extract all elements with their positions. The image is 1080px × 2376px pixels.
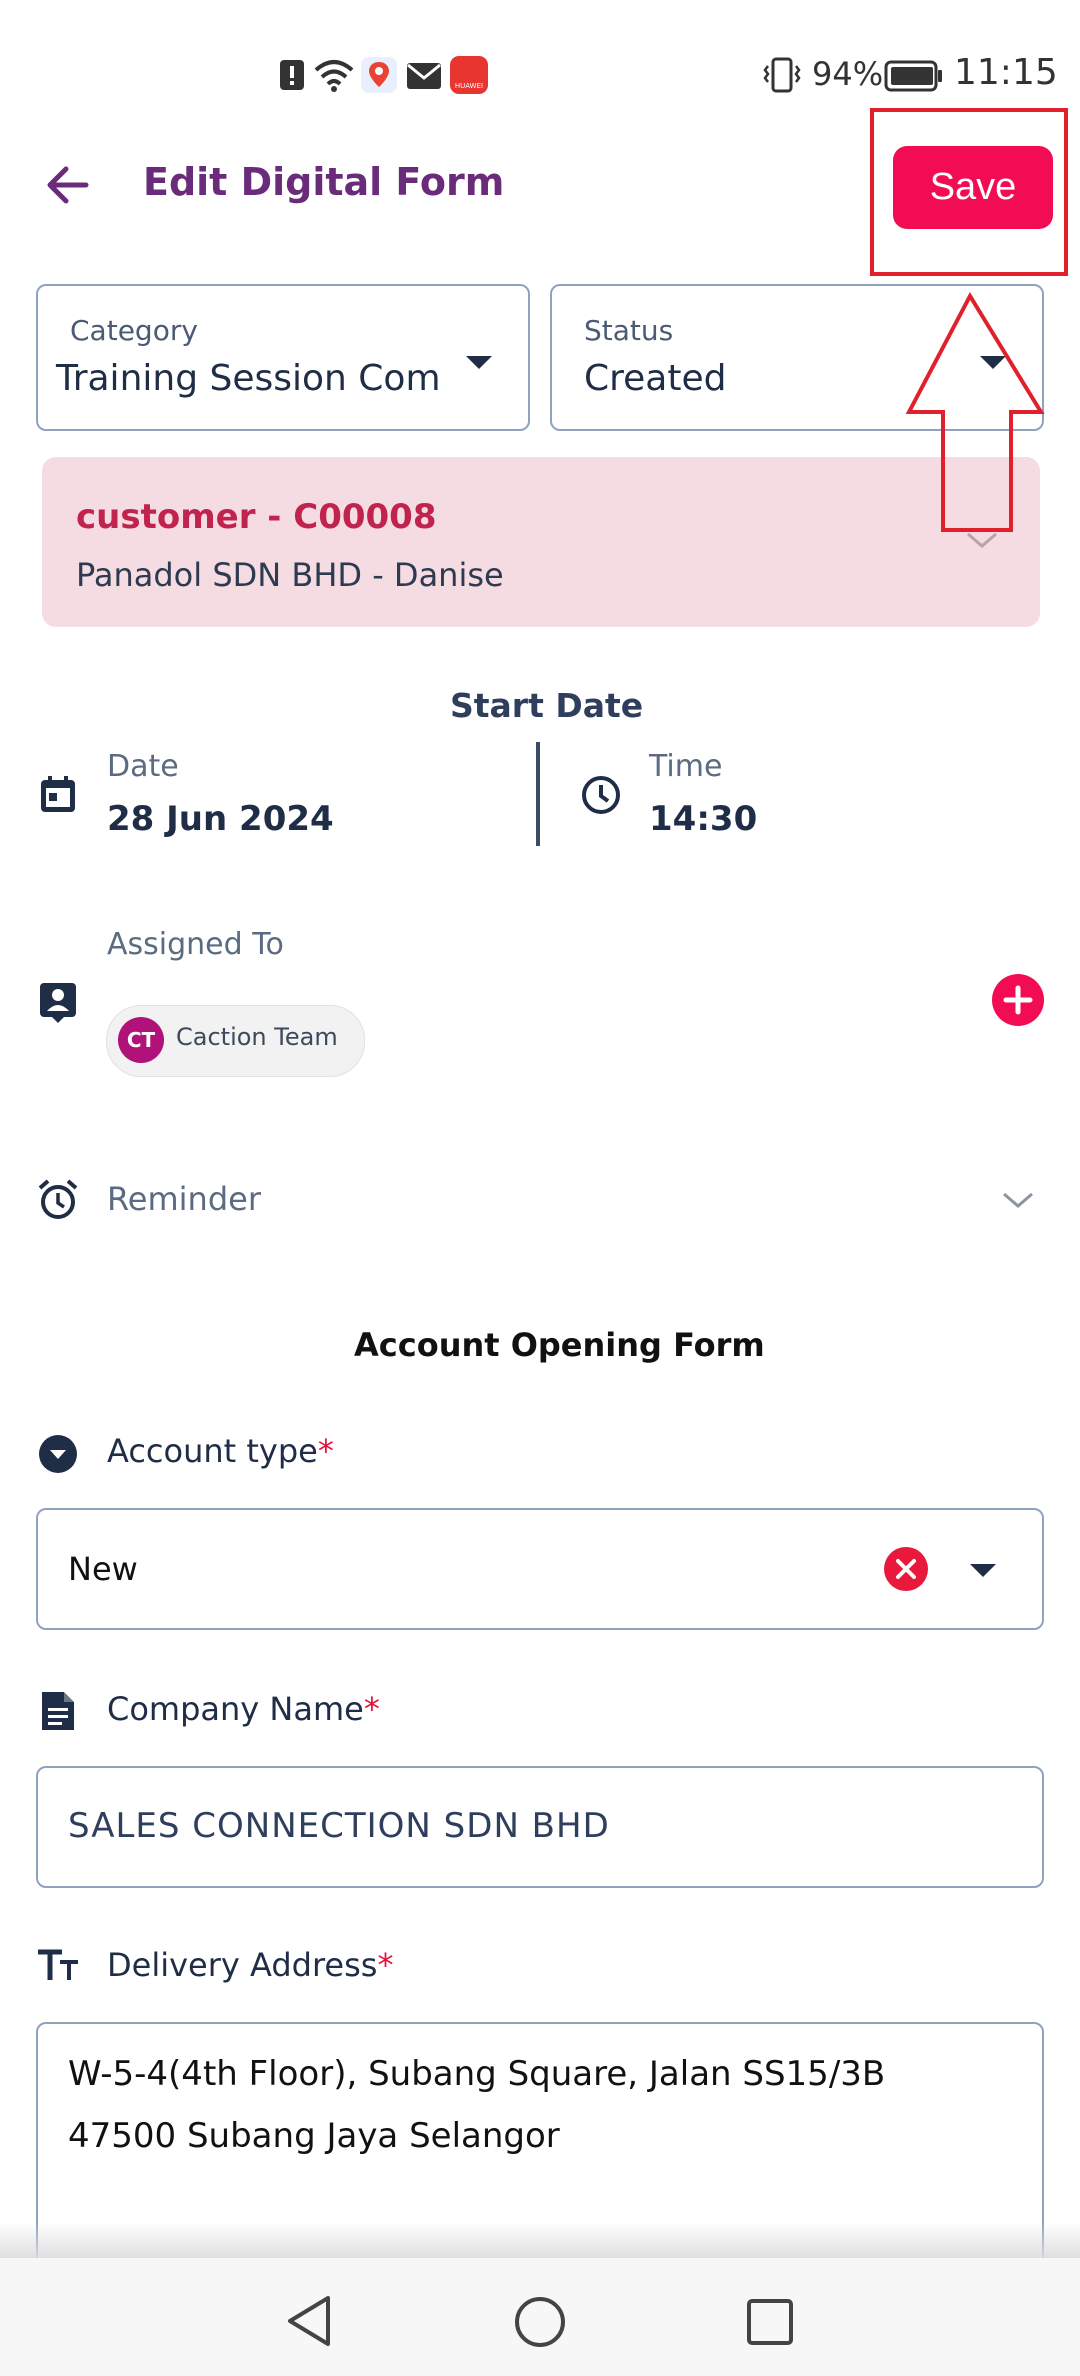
delivery-address-label-text: Delivery Address [107,1946,378,1984]
company-name-label-text: Company Name [107,1690,364,1728]
mail-icon [407,63,441,89]
add-assignee-button[interactable] [992,974,1044,1026]
battery-icon [884,60,942,92]
chevron-down-icon [466,356,492,369]
customer-card[interactable] [42,457,1040,627]
highlight-annotation-box [870,108,1068,276]
vibrate-icon [763,57,801,93]
page-title: Edit Digital Form [143,160,505,204]
date-time-divider [536,742,540,846]
document-icon [42,1692,74,1730]
chevron-circle-icon [39,1435,77,1473]
category-label: Category [70,314,198,347]
delivery-address-line1: W-5-4(4th Floor), Subang Square, Jalan S… [68,2054,886,2094]
chevron-down-icon [970,1564,996,1577]
account-type-label-text: Account type [107,1432,318,1470]
contact-card-icon [40,983,76,1023]
form-title: Account Opening Form [354,1326,765,1364]
delivery-address-line2: 47500 Subang Jaya Selangor [68,2116,560,2156]
time-picker-field[interactable] [560,740,1040,850]
company-name-input[interactable]: SALES CONNECTION SDN BHD [36,1766,1044,1888]
time-label: Time [649,749,723,784]
clear-selection-button[interactable] [884,1547,928,1591]
battery-percent: 94% [812,55,884,93]
recents-square-icon[interactable] [744,2296,796,2348]
up-arrow-annotation-icon [905,292,1045,532]
app-gallery-icon: HUAWEI [450,56,488,94]
chevron-down-icon [1003,1192,1033,1208]
plus-icon [1003,985,1033,1015]
date-label: Date [107,749,179,784]
customer-subtitle: Panadol SDN BHD - Danise [76,556,504,594]
home-circle-icon[interactable] [512,2294,568,2350]
category-value: Training Session Com [56,358,441,399]
close-icon [896,1559,916,1579]
customer-title: customer - C00008 [76,497,437,537]
delivery-address-label: Delivery Address* [107,1946,393,1984]
required-marker: * [317,1432,334,1470]
start-date-heading: Start Date [450,686,644,725]
wifi-icon [314,60,354,92]
account-type-value: New [68,1550,138,1588]
status-label: Status [584,314,674,347]
text-format-icon [38,1949,78,1980]
status-value: Created [584,358,727,399]
assignee-name: Caction Team [176,1023,338,1051]
maps-app-icon [361,57,397,93]
alert-icon [280,60,304,90]
company-name-value: SALES CONNECTION SDN BHD [68,1806,610,1846]
system-nav-bar [0,2258,1080,2376]
date-value: 28 Jun 2024 [107,799,334,839]
nav-shadow [0,2222,1080,2258]
back-triangle-icon[interactable] [284,2294,334,2348]
required-marker: * [377,1946,394,1984]
category-dropdown[interactable]: Category Training Session Com [36,284,530,431]
reminder-label: Reminder [107,1180,261,1218]
clock-time: 11:15 [954,52,1058,93]
arrow-left-icon [47,166,89,204]
company-name-label: Company Name* [107,1690,380,1728]
required-marker: * [363,1690,380,1728]
assigned-to-label: Assigned To [107,927,284,962]
time-value: 14:30 [649,799,758,839]
alarm-icon [38,1179,78,1219]
back-button[interactable] [40,155,100,215]
avatar: CT [118,1017,164,1063]
account-type-label: Account type* [107,1432,334,1470]
